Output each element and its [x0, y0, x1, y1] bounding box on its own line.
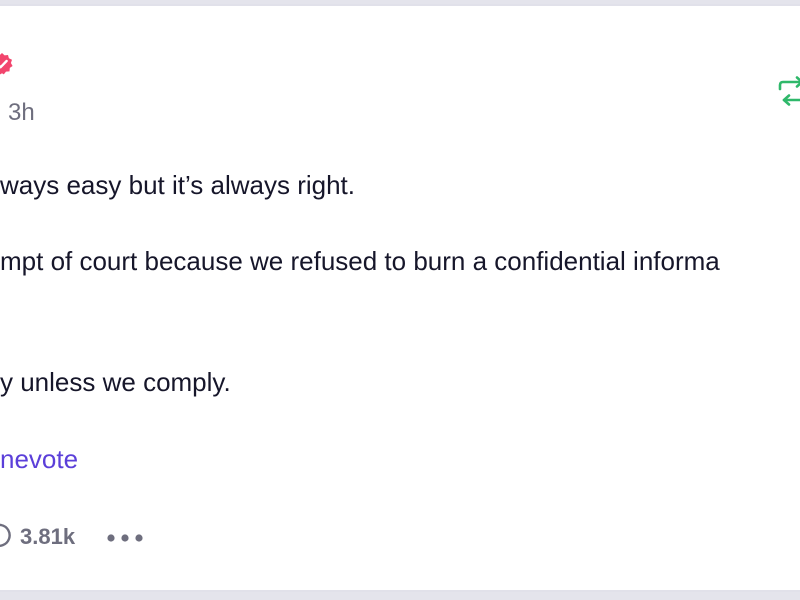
retweet-icon[interactable] — [776, 76, 800, 106]
more-options-icon[interactable] — [104, 525, 146, 551]
verified-badge-icon — [0, 53, 13, 75]
post-body-line: ways easy but it’s always right. — [0, 170, 355, 200]
post-body-line: y unless we comply. — [0, 367, 231, 397]
comment-count: 3.81k — [20, 524, 76, 549]
post-body-line: mpt of court because we refused to burn … — [0, 246, 720, 276]
post-timestamp: 3h — [8, 99, 35, 126]
post-card: 3h ways easy but it’s always right. mpt … — [0, 4, 800, 592]
post-link[interactable]: nevote — [0, 444, 78, 474]
comment-icon[interactable] — [0, 522, 14, 552]
post-actions-bar: 3.81k — [0, 519, 200, 555]
